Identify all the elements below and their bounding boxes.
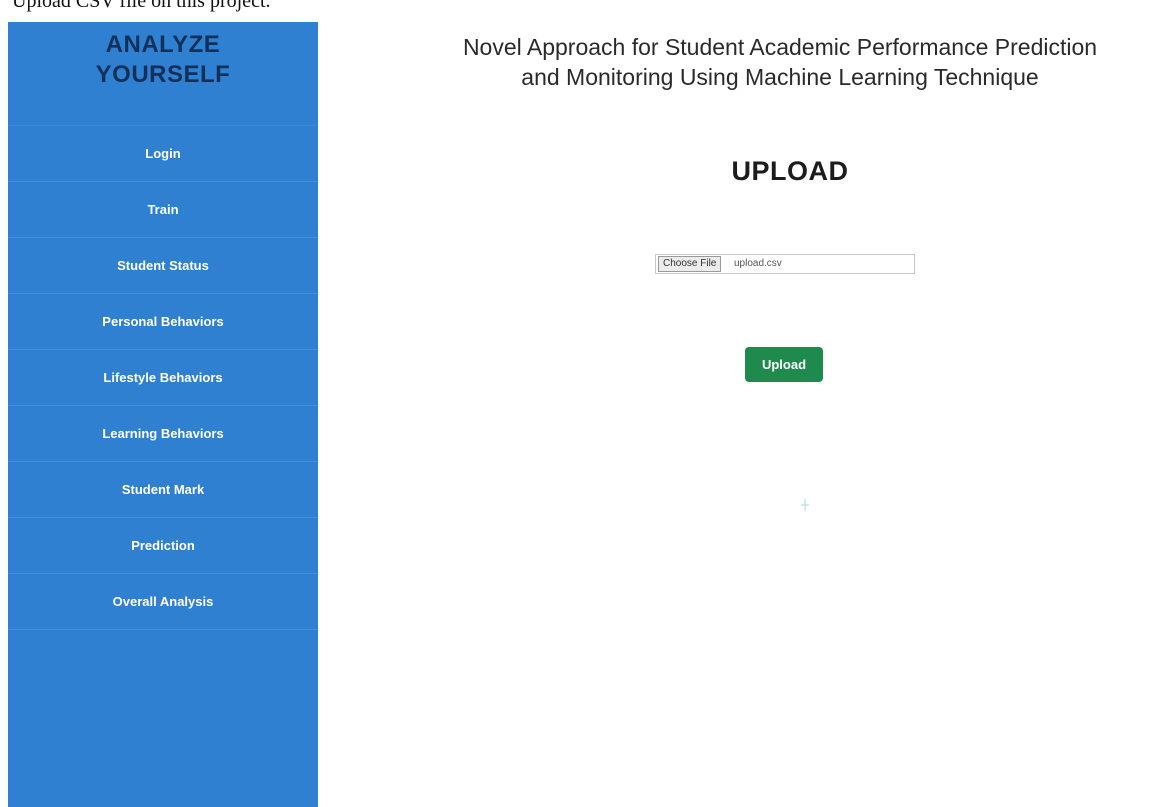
brand-line-2: YOURSELF [95, 61, 231, 88]
sidebar-item-lifestyle-behaviors[interactable]: Lifestyle Behaviors [8, 350, 318, 406]
page-title-line-1: Novel Approach for Student Academic Perf… [462, 34, 1098, 60]
sidebar-item-label: Lifestyle Behaviors [103, 370, 223, 385]
sidebar-item-label: Train [147, 202, 179, 217]
sidebar-item-student-mark[interactable]: Student Mark [8, 462, 318, 518]
upload-button[interactable]: Upload [745, 347, 823, 382]
page-title-line-2: and Monitoring Using Machine Learning Te… [521, 64, 1039, 90]
brand-line-1: ANALYZE [105, 31, 221, 58]
sidebar-item-personal-behaviors[interactable]: Personal Behaviors [8, 294, 318, 350]
sidebar-item-label: Overall Analysis [112, 594, 214, 609]
sidebar-item-label: Prediction [131, 538, 195, 553]
sidebar-item-label: Login [145, 146, 181, 161]
sidebar-nav: Login Train Student Status Personal Beha… [8, 125, 318, 630]
sidebar-item-label: Personal Behaviors [102, 314, 224, 329]
upload-heading: UPLOAD [731, 156, 849, 186]
brand-logo: ANALYZE YOURSELF [8, 30, 318, 90]
file-input[interactable]: Choose File upload.csv [655, 254, 915, 274]
sidebar: ANALYZE YOURSELF Login Train Student Sta… [8, 22, 318, 807]
caption-text: Upload CSV file on this project. [12, 0, 271, 12]
sparkle-icon [801, 499, 809, 511]
sidebar-item-prediction[interactable]: Prediction [8, 518, 318, 574]
sidebar-item-login[interactable]: Login [8, 126, 318, 182]
sidebar-item-overall-analysis[interactable]: Overall Analysis [8, 574, 318, 630]
sidebar-item-label: Student Status [117, 258, 209, 273]
selected-file-name: upload.csv [734, 258, 782, 269]
sidebar-item-label: Learning Behaviors [102, 426, 224, 441]
sidebar-item-label: Student Mark [121, 482, 205, 497]
caption-strip: Upload CSV file on this project. [0, 0, 1172, 22]
sidebar-item-student-status[interactable]: Student Status [8, 238, 318, 294]
choose-file-button[interactable]: Choose File [658, 256, 722, 272]
sidebar-item-learning-behaviors[interactable]: Learning Behaviors [8, 406, 318, 462]
page-title: Novel Approach for Student Academic Perf… [420, 32, 1140, 92]
sidebar-item-train[interactable]: Train [8, 182, 318, 238]
